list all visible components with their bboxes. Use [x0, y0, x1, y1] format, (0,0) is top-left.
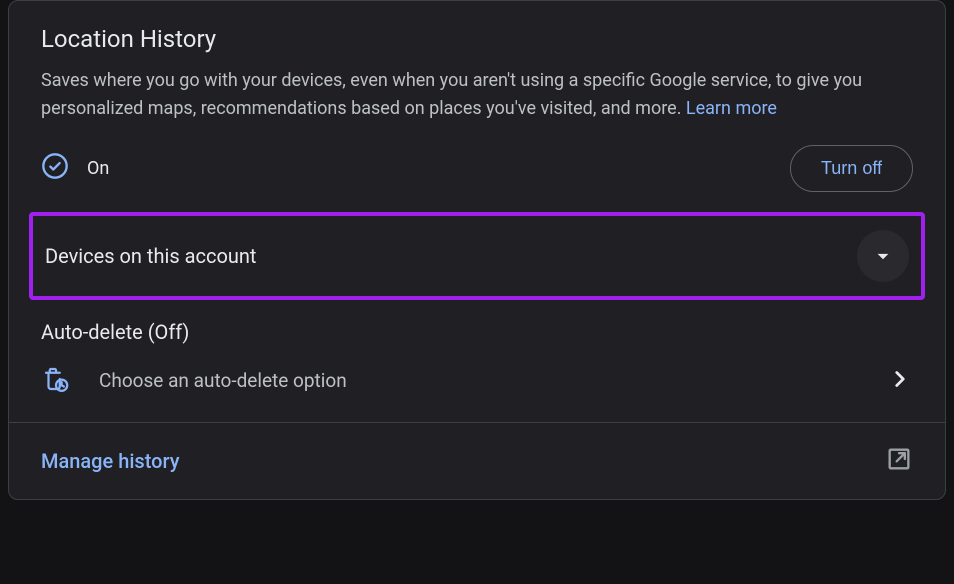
external-link-icon: [885, 445, 913, 477]
auto-delete-option-row[interactable]: Choose an auto-delete option: [41, 364, 913, 398]
manage-history-row[interactable]: Manage history: [9, 422, 945, 499]
checkmark-icon: [41, 152, 69, 184]
chevron-down-icon: [857, 230, 909, 282]
auto-delete-icon: [41, 364, 71, 398]
page-description: Saves where you go with your devices, ev…: [41, 67, 913, 123]
devices-highlight: Devices on this account: [29, 212, 925, 300]
turn-off-button[interactable]: Turn off: [790, 145, 913, 192]
manage-history-link: Manage history: [41, 449, 180, 473]
auto-delete-option-label: Choose an auto-delete option: [99, 369, 347, 392]
page-title: Location History: [41, 25, 913, 53]
chevron-right-icon: [887, 366, 913, 396]
devices-expandable[interactable]: Devices on this account: [33, 216, 921, 296]
status-row: On Turn off: [41, 145, 913, 192]
learn-more-link[interactable]: Learn more: [686, 98, 777, 119]
auto-delete-title: Auto-delete (Off): [41, 320, 913, 344]
status-label: On: [87, 158, 109, 179]
status-left: On: [41, 152, 109, 184]
devices-label: Devices on this account: [45, 244, 256, 268]
